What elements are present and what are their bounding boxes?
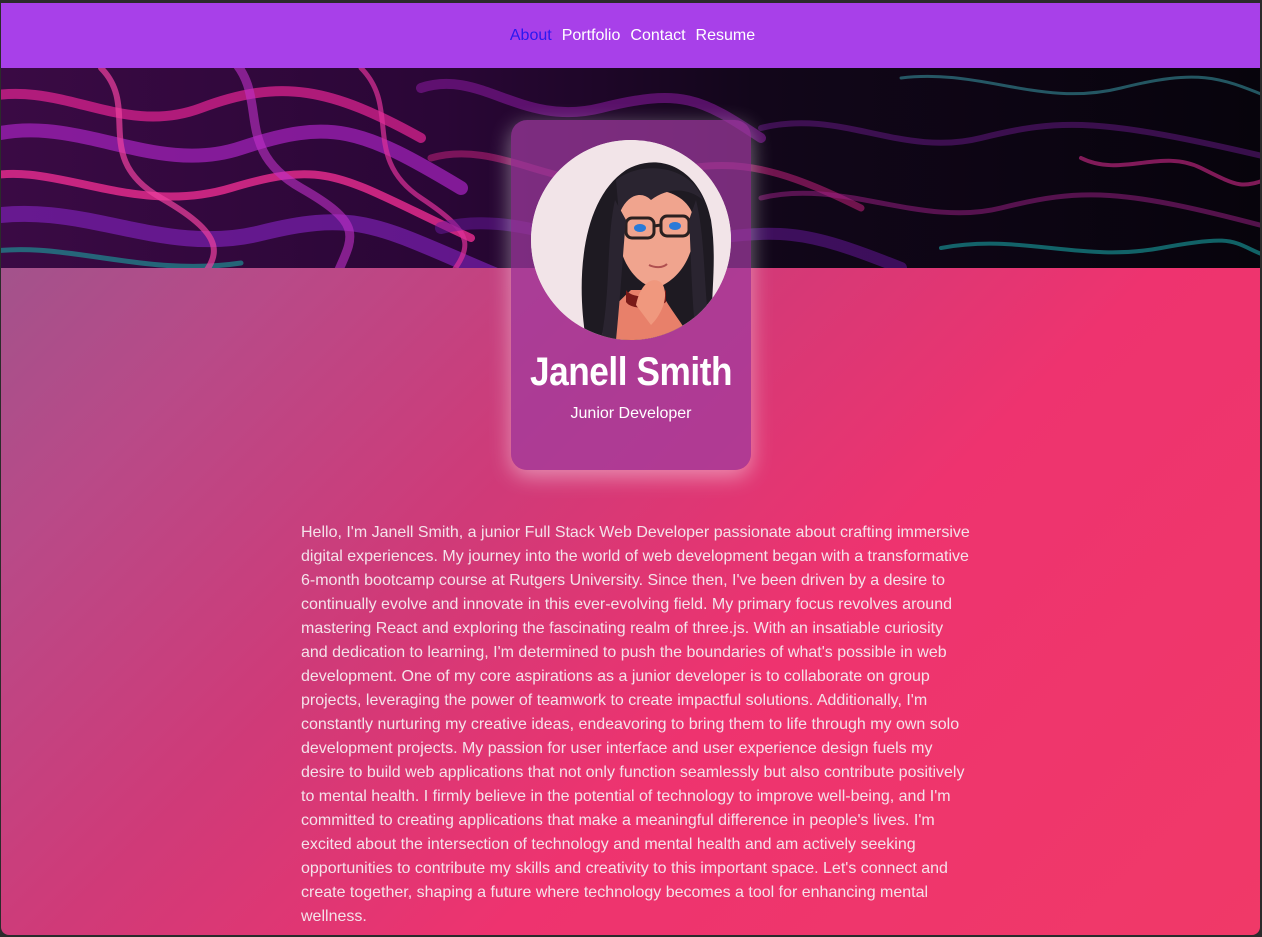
nav-link-contact[interactable]: Contact: [630, 27, 685, 45]
top-navbar: About Portfolio Contact Resume: [1, 3, 1260, 68]
bio-paragraph: Hello, I'm Janell Smith, a junior Full S…: [301, 524, 970, 925]
profile-role: Junior Developer: [570, 405, 692, 422]
nav-links: About Portfolio Contact Resume: [510, 27, 755, 45]
profile-name: Janell Smith: [529, 350, 733, 394]
profile-card: Janell Smith Junior Developer: [511, 120, 751, 470]
avatar: [531, 140, 731, 340]
browser-viewport: About Portfolio Contact Resume Janell Sm…: [1, 3, 1260, 935]
nav-link-portfolio[interactable]: Portfolio: [562, 27, 621, 45]
nav-link-resume[interactable]: Resume: [696, 27, 756, 45]
nav-link-about[interactable]: About: [510, 27, 552, 45]
